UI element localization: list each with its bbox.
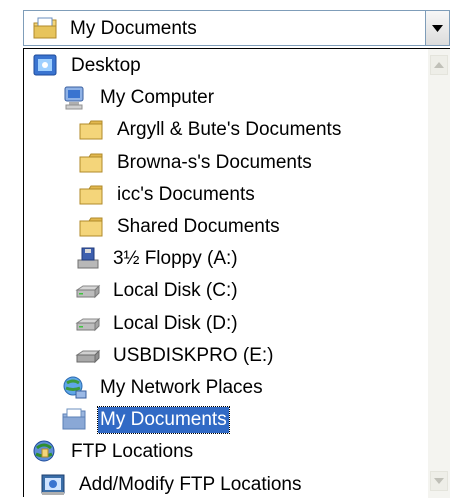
list-item[interactable]: Add/Modify FTP Locations: [40, 469, 303, 501]
chevron-down-icon: [432, 25, 443, 32]
list-item[interactable]: USBDISKPRO (E:): [74, 340, 275, 372]
list-item[interactable]: My Computer: [61, 82, 216, 114]
folder-icon: [78, 182, 106, 208]
list-item-label: My Documents: [97, 406, 230, 435]
hard-disk-icon: [74, 311, 102, 337]
list-item-label: Browna-s's Documents: [117, 151, 312, 173]
ftp-locations-icon: [32, 439, 60, 465]
chevron-down-icon: [434, 478, 444, 484]
list-item-label: icc's Documents: [117, 183, 255, 205]
usb-drive-icon: [74, 343, 102, 369]
list-item-label: 3½ Floppy (A:): [113, 248, 238, 270]
vertical-scrollbar[interactable]: [428, 49, 450, 498]
list-item-label: Argyll & Bute's Documents: [117, 119, 342, 141]
chevron-up-icon: [434, 62, 444, 68]
list-item[interactable]: My Documents: [61, 404, 230, 436]
scroll-down-button[interactable]: [430, 471, 448, 491]
combo-dropdown-button[interactable]: [426, 10, 450, 46]
list-item-label: USBDISKPRO (E:): [113, 344, 274, 366]
list-item-label: Local Disk (C:): [113, 280, 238, 302]
list-item-label: Desktop: [71, 55, 141, 76]
list-item[interactable]: Local Disk (C:): [74, 275, 240, 307]
my-documents-icon: [61, 407, 89, 433]
folder-icon: [78, 150, 106, 176]
look-in-combobox[interactable]: My Documents: [23, 10, 426, 46]
list-item[interactable]: Local Disk (D:): [74, 308, 240, 340]
list-item-label: Add/Modify FTP Locations: [79, 473, 302, 495]
combo-selected-label: My Documents: [70, 18, 197, 39]
add-ftp-location-icon: [40, 472, 68, 498]
list-item-label: Local Disk (D:): [113, 312, 238, 334]
scroll-up-button[interactable]: [430, 55, 448, 75]
network-places-icon: [61, 375, 89, 401]
list-item[interactable]: 3½ Floppy (A:): [74, 243, 240, 275]
folder-icon: [78, 214, 106, 240]
my-computer-icon: [61, 85, 89, 111]
hard-disk-icon: [74, 278, 102, 304]
list-item[interactable]: My Network Places: [61, 372, 265, 404]
folder-icon: [78, 117, 106, 143]
list-item[interactable]: FTP Locations: [32, 436, 195, 468]
list-item[interactable]: Shared Documents: [78, 211, 282, 243]
list-item[interactable]: Argyll & Bute's Documents: [78, 114, 343, 146]
list-item-label: My Computer: [100, 87, 215, 109]
floppy-drive-icon: [74, 246, 102, 272]
desktop-icon: [32, 53, 60, 79]
my-documents-icon: [32, 16, 58, 40]
list-item-label: My Network Places: [100, 377, 263, 398]
list-item[interactable]: Desktop: [32, 50, 143, 82]
list-item[interactable]: Browna-s's Documents: [78, 147, 314, 179]
look-in-dropdown-list[interactable]: Desktop My Computer Argyll & Bute's Docume…: [23, 48, 450, 498]
list-item-label: Shared Documents: [117, 216, 280, 237]
list-item-label: FTP Locations: [71, 441, 194, 463]
list-item[interactable]: icc's Documents: [78, 179, 257, 211]
